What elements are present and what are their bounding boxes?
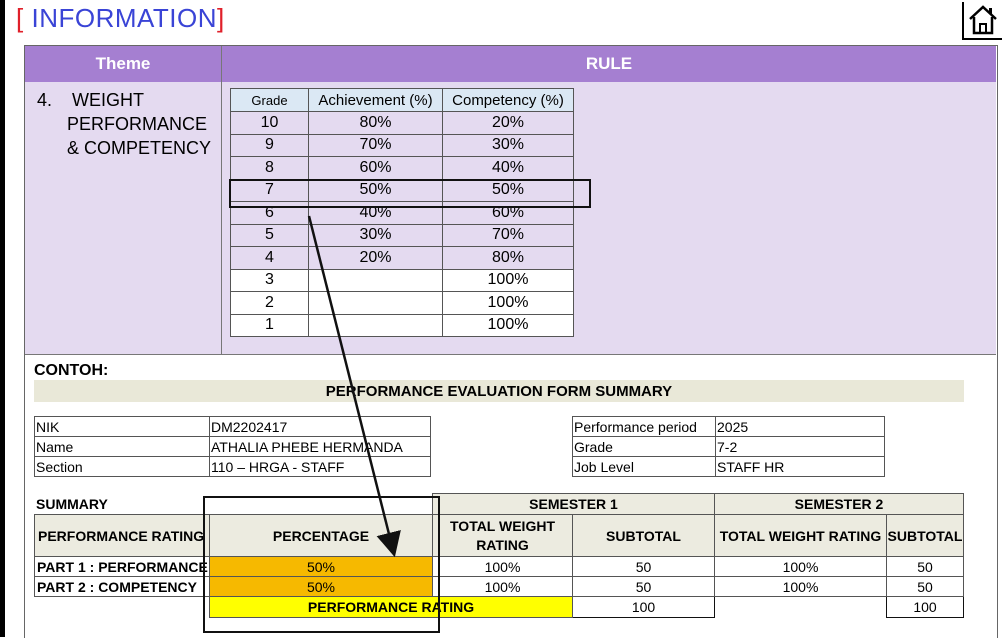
annotation-arrow (307, 215, 401, 558)
arrow-line (307, 215, 401, 558)
